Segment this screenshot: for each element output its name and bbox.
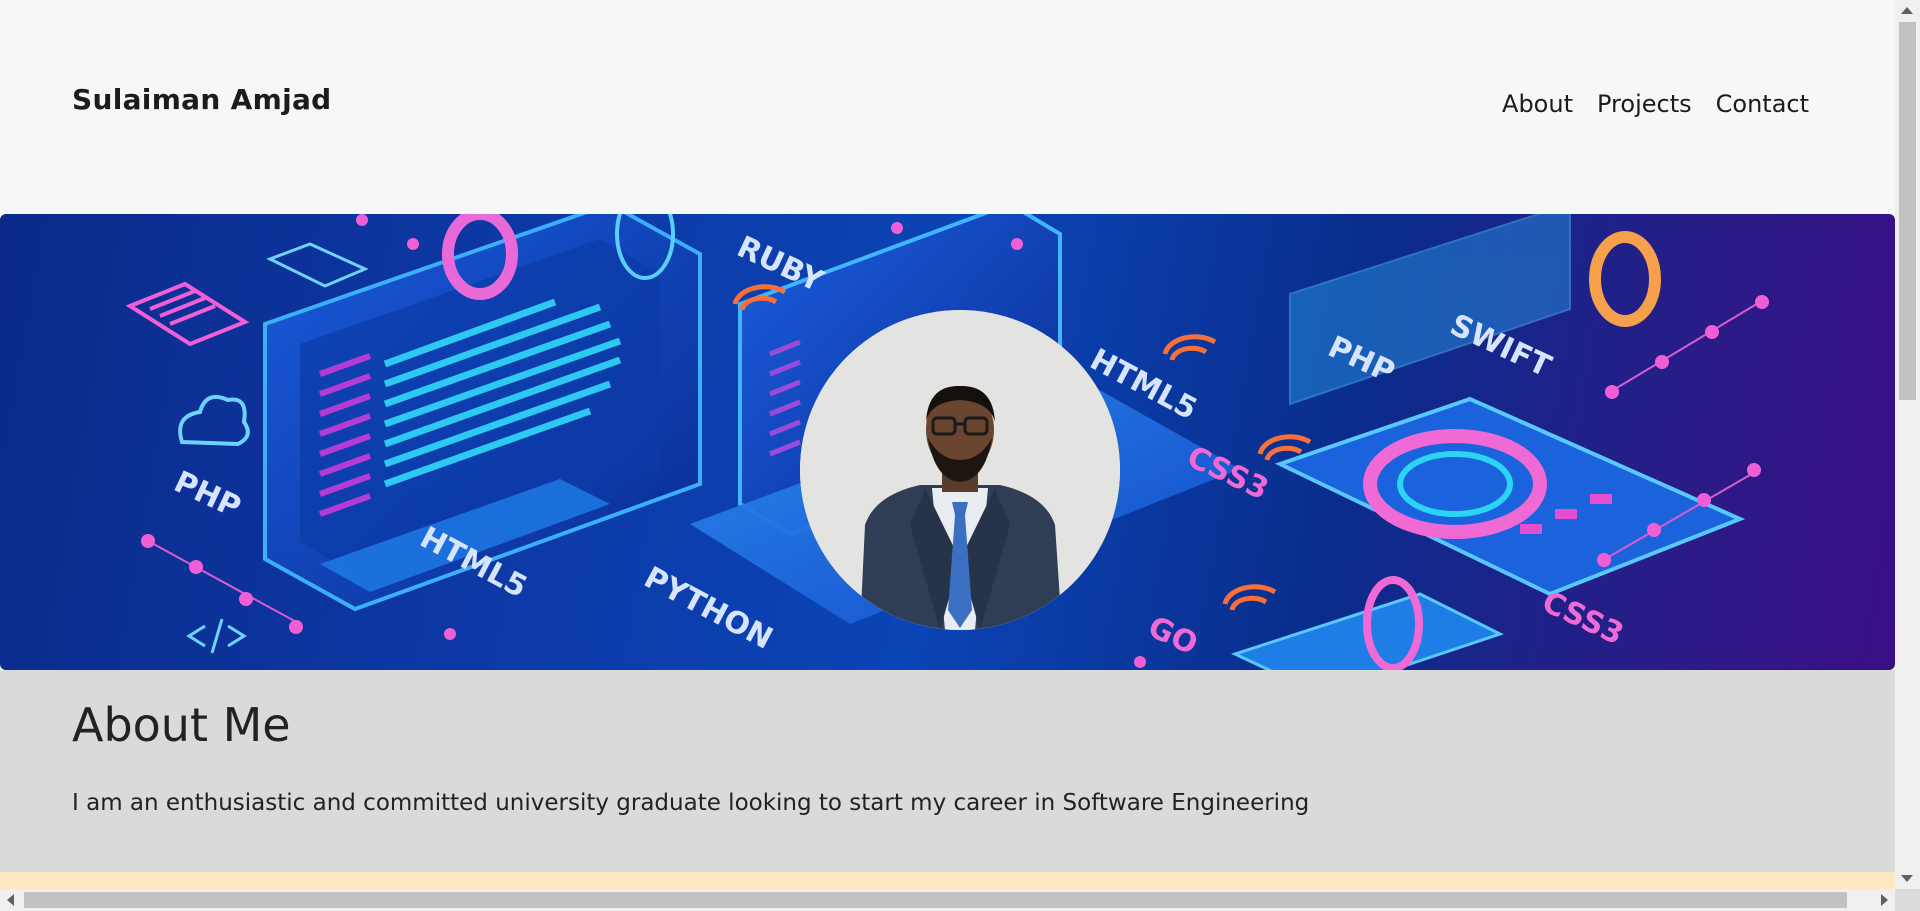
scroll-up-arrow-icon[interactable] [1901, 7, 1913, 14]
about-text: I am an enthusiastic and committed unive… [72, 790, 1310, 816]
horizontal-scrollbar[interactable] [0, 889, 1895, 911]
tech-label-python: PYTHON [638, 560, 778, 657]
scroll-left-arrow-icon[interactable] [7, 894, 14, 906]
main-nav: About Projects Contact [1502, 90, 1809, 118]
page: Sulaiman Amjad About Projects Contact RU… [0, 0, 1895, 889]
profile-photo [800, 310, 1120, 630]
about-heading: About Me [72, 698, 291, 752]
site-header: Sulaiman Amjad About Projects Contact [0, 0, 1895, 214]
nav-contact-link[interactable]: Contact [1716, 90, 1809, 118]
next-section-edge [0, 872, 1895, 889]
right-tablet-shape [1230, 214, 1746, 670]
code-tag-icon [186, 618, 247, 654]
vertical-scrollbar[interactable] [1895, 0, 1920, 889]
horizontal-scroll-thumb[interactable] [24, 892, 1847, 908]
grid-card-icon [266, 242, 369, 288]
vertical-scroll-thumb[interactable] [1899, 22, 1916, 400]
tech-label-css3-right: CSS3 [1537, 585, 1629, 653]
nav-about-link[interactable]: About [1502, 90, 1573, 118]
tech-label-go: GO [1143, 610, 1203, 663]
document-icon [125, 281, 250, 347]
hero-banner: RUBY PHP HTML5 PYTHON HTML5 PHP SWIFT CS… [0, 214, 1895, 670]
cloud-icon [178, 395, 250, 447]
about-section: About Me I am an enthusiastic and commit… [0, 670, 1895, 872]
site-brand[interactable]: Sulaiman Amjad [72, 83, 332, 116]
nav-projects-link[interactable]: Projects [1597, 90, 1692, 118]
scroll-right-arrow-icon[interactable] [1881, 894, 1888, 906]
tech-label-php-left: PHP [169, 465, 246, 526]
scrollbar-corner [1895, 889, 1920, 911]
scroll-down-arrow-icon[interactable] [1901, 875, 1913, 882]
